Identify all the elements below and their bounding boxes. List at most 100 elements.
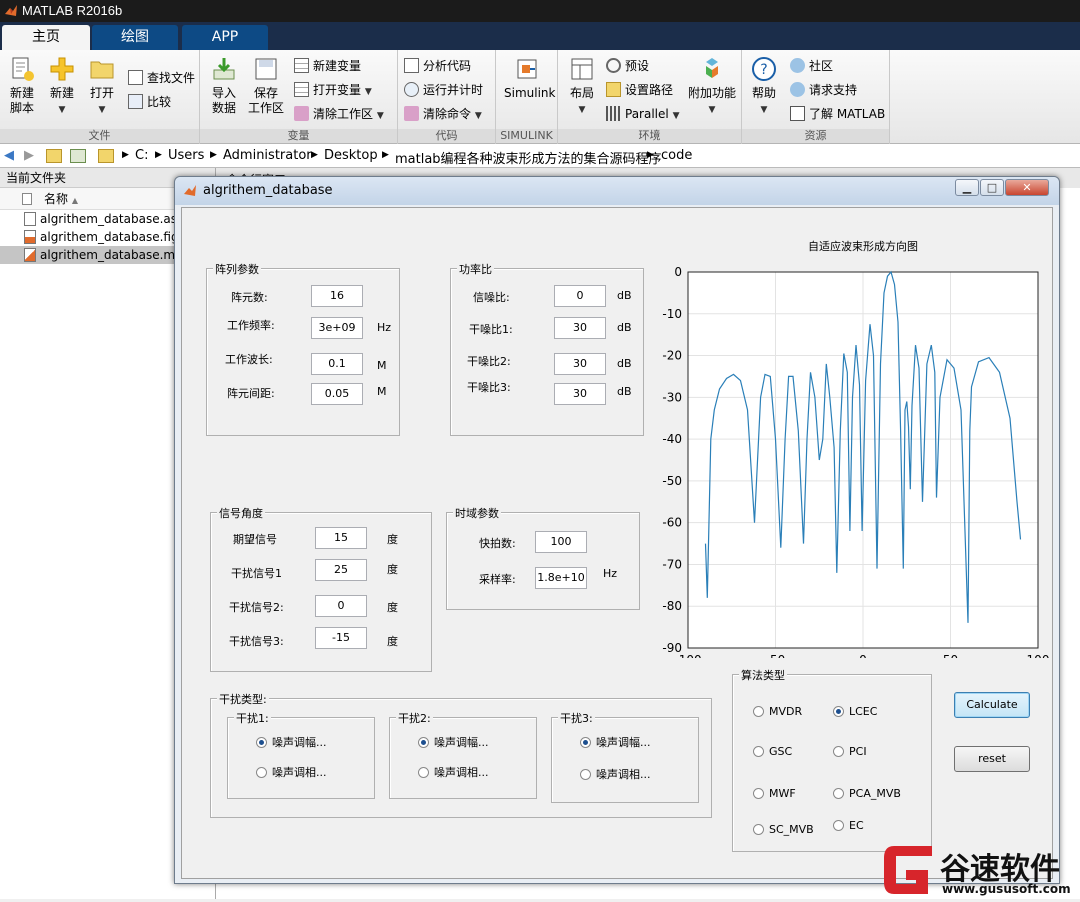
interference3-input[interactable]: -15 bbox=[315, 627, 367, 649]
layout-button[interactable]: 布局 ▼ bbox=[562, 54, 602, 118]
run-and-time-button[interactable]: 运行并计时 bbox=[404, 80, 483, 100]
chart-y-tick-label: -70 bbox=[662, 557, 682, 571]
path-part-drive[interactable]: C: bbox=[135, 148, 148, 163]
save-icon bbox=[255, 58, 277, 80]
frequency-input[interactable]: 3e+09 bbox=[311, 317, 363, 339]
inr2-input[interactable]: 30 bbox=[554, 353, 606, 375]
algo-mvdr-radio[interactable]: MVDR bbox=[753, 705, 802, 719]
chart-x-tick-label: 50 bbox=[943, 653, 958, 658]
find-files-button[interactable]: 查找文件 bbox=[128, 68, 195, 88]
community-link[interactable]: 社区 bbox=[790, 56, 833, 76]
svg-text:?: ? bbox=[760, 62, 767, 78]
chart-x-tick-label: -50 bbox=[766, 653, 786, 658]
window-titlebar: MATLAB R2016b bbox=[0, 0, 1080, 22]
interference1-unit: 度 bbox=[387, 563, 398, 576]
algo-sc-mvb-radio[interactable]: SC_MVB bbox=[753, 823, 814, 837]
algo-lcec-radio[interactable]: LCEC bbox=[833, 705, 877, 719]
calculate-button[interactable]: Calculate bbox=[954, 692, 1030, 718]
import-data-button[interactable]: 导入 数据 bbox=[204, 54, 244, 116]
element-count-input[interactable]: 16 bbox=[311, 285, 363, 307]
path-part-desktop[interactable]: Desktop bbox=[324, 148, 378, 163]
algo-pca-mvb-radio[interactable]: PCA_MVB bbox=[833, 787, 901, 801]
interference2-input[interactable]: 0 bbox=[315, 595, 367, 617]
algo-mwf-radio[interactable]: MWF bbox=[753, 787, 796, 801]
clear-commands-button[interactable]: 清除命令 ▼ bbox=[404, 104, 482, 124]
minimize-button[interactable]: ▁ bbox=[955, 179, 979, 196]
preferences-button[interactable]: 预设 bbox=[606, 56, 649, 76]
inr1-input[interactable]: 30 bbox=[554, 317, 606, 339]
up-folder-icon[interactable] bbox=[46, 149, 62, 163]
new-button[interactable]: 新建 ▼ bbox=[42, 54, 82, 118]
sample-rate-input[interactable]: 1.8e+10 bbox=[535, 567, 587, 589]
path-part-code[interactable]: code bbox=[661, 148, 692, 163]
sample-rate-label: 采样率: bbox=[479, 573, 516, 586]
interference2-unit: 度 bbox=[387, 601, 398, 614]
stopwatch-icon bbox=[404, 82, 419, 97]
browse-folder-icon[interactable] bbox=[70, 149, 86, 163]
parallel-button[interactable]: Parallel ▼ bbox=[606, 104, 679, 124]
maximize-button[interactable]: □ bbox=[980, 179, 1004, 196]
table-icon bbox=[294, 58, 309, 73]
interference3-pm-radio[interactable]: 噪声调相... bbox=[580, 768, 651, 782]
interference3-am-radio[interactable]: 噪声调幅... bbox=[580, 736, 651, 750]
folder-icon bbox=[98, 149, 114, 163]
help-button[interactable]: ? 帮助 ▼ bbox=[744, 54, 784, 118]
clear-workspace-button[interactable]: 清除工作区 ▼ bbox=[294, 104, 384, 124]
learn-matlab-link[interactable]: 了解 MATLAB bbox=[790, 104, 885, 124]
back-icon[interactable]: ◀ bbox=[4, 148, 14, 163]
interference1-am-radio[interactable]: 噪声调幅... bbox=[256, 736, 327, 750]
chart-y-tick-label: -20 bbox=[662, 349, 682, 363]
tab-home[interactable]: 主页 bbox=[2, 25, 90, 50]
forward-icon[interactable]: ▶ bbox=[24, 148, 34, 163]
checklist-icon bbox=[404, 58, 419, 73]
algo-pci-radio[interactable]: PCI bbox=[833, 745, 867, 759]
radio-on-icon bbox=[256, 737, 267, 748]
set-path-button[interactable]: 设置路径 bbox=[606, 80, 673, 100]
algo-ec-radio[interactable]: EC bbox=[833, 819, 864, 833]
radio-off-icon bbox=[418, 767, 429, 778]
interference3-unit: 度 bbox=[387, 635, 398, 648]
window-title: MATLAB R2016b bbox=[22, 3, 123, 18]
new-variable-button[interactable]: 新建变量 bbox=[294, 56, 361, 76]
spacing-input[interactable]: 0.05 bbox=[311, 383, 363, 405]
ribbon-group-code: 分析代码 运行并计时 清除命令 ▼ 代码 bbox=[398, 50, 496, 144]
close-button[interactable]: ✕ bbox=[1005, 179, 1049, 196]
desired-signal-input[interactable]: 15 bbox=[315, 527, 367, 549]
inr3-input[interactable]: 30 bbox=[554, 383, 606, 405]
ribbon-tabstrip: 主页 绘图 APP bbox=[0, 22, 1080, 50]
new-script-button[interactable]: 新建 脚本 bbox=[2, 54, 42, 116]
path-part-users[interactable]: Users bbox=[168, 148, 204, 163]
interference1-pm-radio[interactable]: 噪声调相... bbox=[256, 766, 327, 780]
snr-label: 信噪比: bbox=[473, 291, 510, 304]
folder-icon bbox=[606, 82, 621, 97]
parallel-icon bbox=[606, 106, 621, 121]
reset-button[interactable]: reset bbox=[954, 746, 1030, 772]
tab-plots[interactable]: 绘图 bbox=[92, 25, 178, 50]
chart-grid bbox=[687, 271, 1039, 649]
add-ons-button[interactable]: 附加功能 ▼ bbox=[686, 54, 738, 118]
analyze-code-button[interactable]: 分析代码 bbox=[404, 56, 471, 76]
path-part-admin[interactable]: Administrator bbox=[223, 148, 312, 163]
path-part-project[interactable]: matlab编程各种波束形成方法的集合源码程序 bbox=[395, 148, 662, 167]
eraser-icon bbox=[404, 106, 419, 121]
request-support-link[interactable]: 请求支持 bbox=[790, 80, 857, 100]
interference2-pm-radio[interactable]: 噪声调相... bbox=[418, 766, 489, 780]
interference3-group: 干扰3: 噪声调幅... 噪声调相... bbox=[551, 710, 699, 803]
snr-input[interactable]: 0 bbox=[554, 285, 606, 307]
wavelength-input[interactable]: 0.1 bbox=[311, 353, 363, 375]
snapshots-input[interactable]: 100 bbox=[535, 531, 587, 553]
interference1-input[interactable]: 25 bbox=[315, 559, 367, 581]
open-variable-button[interactable]: 打开变量 ▼ bbox=[294, 80, 372, 100]
tab-apps[interactable]: APP bbox=[182, 25, 268, 50]
compare-button[interactable]: 比较 bbox=[128, 92, 171, 112]
algo-gsc-radio[interactable]: GSC bbox=[753, 745, 792, 759]
radio-off-icon bbox=[256, 767, 267, 778]
save-workspace-button[interactable]: 保存 工作区 bbox=[246, 54, 286, 116]
radio-off-icon bbox=[753, 824, 764, 835]
frequency-label: 工作频率: bbox=[227, 319, 275, 332]
plus-icon bbox=[50, 57, 74, 81]
open-button[interactable]: 打开 ▼ bbox=[82, 54, 122, 118]
simulink-button[interactable]: Simulink bbox=[504, 54, 555, 101]
figure-title: algrithem_database bbox=[203, 183, 333, 198]
interference2-am-radio[interactable]: 噪声调幅... bbox=[418, 736, 489, 750]
